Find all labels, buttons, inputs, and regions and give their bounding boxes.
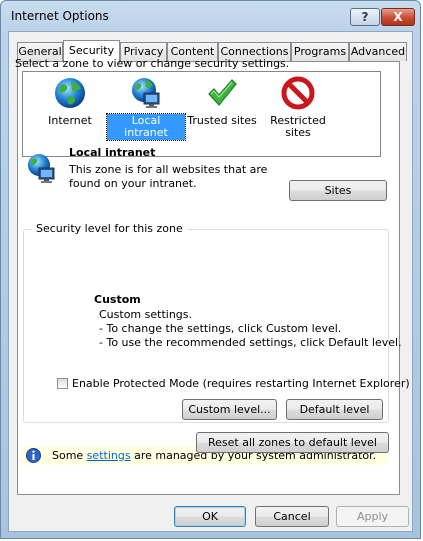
ok-button[interactable]: OK	[174, 506, 246, 527]
zone-label: Internet	[48, 114, 92, 127]
description-line: - To use the recommended settings, click…	[99, 336, 402, 349]
tab-advanced[interactable]: Advanced	[349, 42, 407, 61]
info-icon	[26, 448, 41, 463]
zone-label: Trusted sites	[187, 114, 257, 127]
default-level-button[interactable]: Default level	[286, 399, 383, 420]
tab-programs[interactable]: Programs	[291, 42, 349, 61]
zone-prompt-text: Select a zone to view or change security…	[15, 57, 290, 70]
protected-mode-option[interactable]: Enable Protected Mode (requires restarti…	[57, 377, 410, 390]
security-level-name: Custom	[94, 293, 141, 306]
intranet-globe-icon	[132, 78, 160, 108]
close-button[interactable]: X	[381, 8, 415, 26]
intranet-globe-icon	[28, 154, 55, 183]
help-button[interactable]: ?	[350, 8, 380, 26]
zone-local-intranet[interactable]: Local intranet	[106, 76, 186, 141]
zone-detail-title: Local intranet	[69, 146, 156, 159]
reset-all-zones-button[interactable]: Reset all zones to default level	[196, 432, 389, 453]
zone-internet[interactable]: Internet	[31, 76, 109, 128]
no-entry-icon	[281, 76, 315, 110]
zone-label: Local intranet	[106, 113, 186, 141]
window-title: Internet Options	[11, 9, 109, 23]
description-line: Custom settings.	[99, 308, 193, 321]
globe-icon	[55, 78, 85, 108]
zone-label: Restricted sites	[270, 114, 326, 139]
protected-mode-checkbox[interactable]	[57, 378, 68, 389]
custom-level-button[interactable]: Custom level...	[182, 399, 277, 420]
security-level-group: Security level for this zone Custom Cust…	[23, 222, 410, 423]
security-level-legend: Security level for this zone	[32, 222, 187, 235]
settings-link[interactable]: settings	[87, 449, 131, 462]
internet-options-window: Internet Options ? X General Security Pr…	[0, 0, 421, 539]
description-line: - To change the settings, click Custom l…	[99, 322, 342, 335]
zone-list: Internet Local intranet Trusted sites Re…	[22, 71, 381, 157]
info-prefix: Some	[52, 449, 87, 462]
checkmark-icon	[208, 79, 237, 106]
protected-mode-label: Enable Protected Mode (requires restarti…	[72, 377, 410, 390]
security-level-description: Custom settings. - To change the setting…	[99, 308, 402, 350]
zone-detail-description: This zone is for all websites that are f…	[69, 163, 268, 190]
title-bar[interactable]: Internet Options ? X	[1, 1, 420, 31]
sites-button[interactable]: Sites	[289, 180, 387, 201]
zone-restricted-sites[interactable]: Restricted sites	[259, 76, 337, 140]
apply-button[interactable]: Apply	[336, 506, 409, 527]
zone-trusted-sites[interactable]: Trusted sites	[183, 76, 261, 128]
cancel-button[interactable]: Cancel	[255, 506, 329, 527]
